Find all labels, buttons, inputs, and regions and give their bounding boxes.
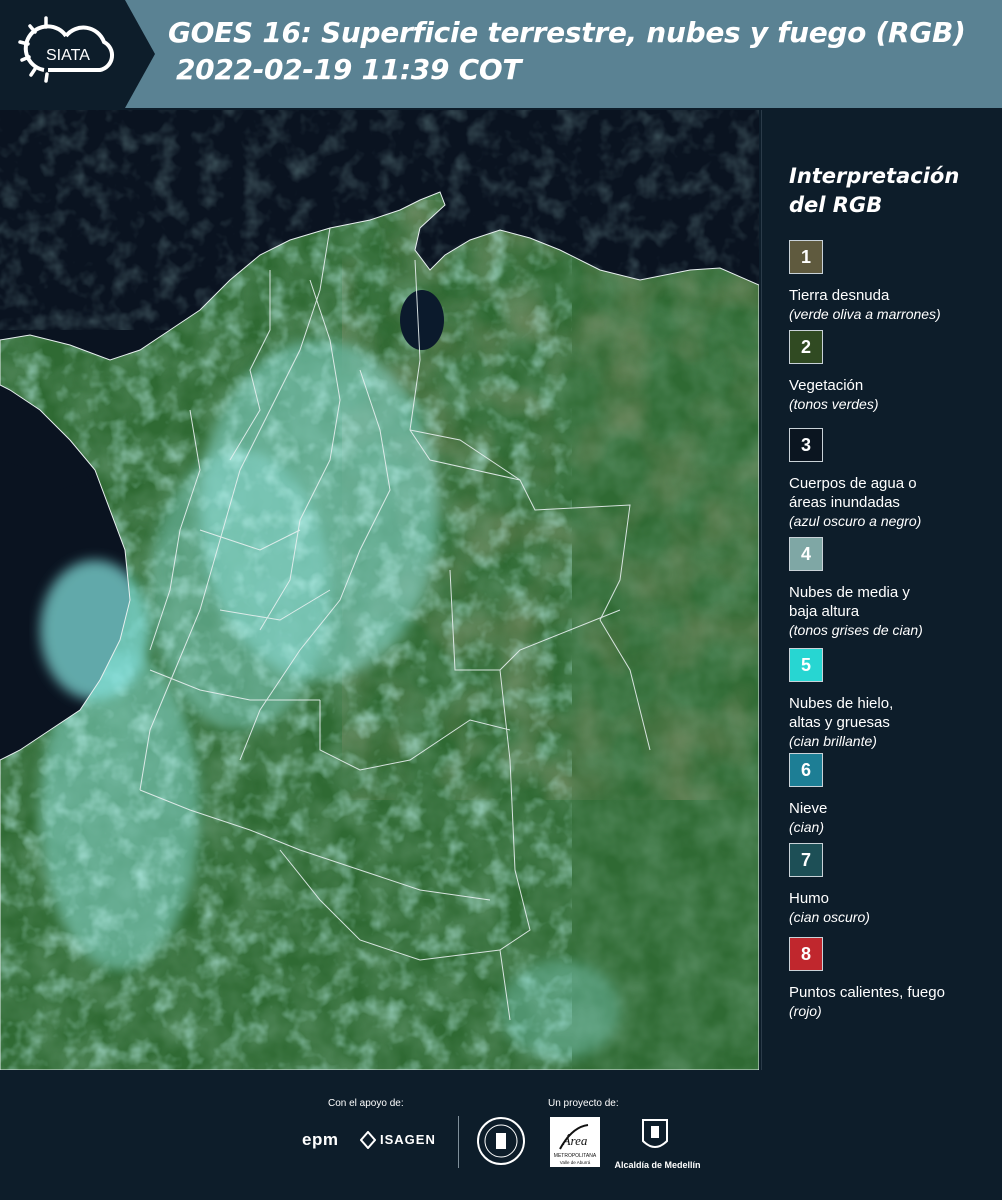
area-metropolitana-logo: Área METROPOLITANA Valle de Aburrá <box>550 1117 600 1167</box>
alcaldia-shield-icon <box>640 1117 670 1155</box>
legend-label: Nubes de hielo, altas y gruesas <box>789 694 999 732</box>
legend-label-line: altas y gruesas <box>789 714 890 731</box>
legend-item: 5 Nubes de hielo, altas y gruesas (cian bri… <box>789 648 999 751</box>
svg-text:Área: Área <box>562 1133 588 1148</box>
legend-description: (azul oscuro a negro) <box>789 513 922 529</box>
legend-description: (cian) <box>789 819 825 835</box>
university-seal-icon <box>477 1117 525 1165</box>
epm-logo: epm <box>302 1130 339 1149</box>
legend-item: 1 Tierra desnuda (verde oliva a marrones) <box>789 240 999 324</box>
title-timestamp: 2022-02-19 11:39 COT <box>176 53 522 86</box>
legend-label: Puntos calientes, fuego <box>789 983 999 1002</box>
legend-swatch: 2 <box>789 330 823 364</box>
header-bar: SIATA GOES 16: Superficie terrestre, nub… <box>0 0 1002 108</box>
isagen-mark-icon <box>360 1131 376 1149</box>
legend-title-line-1: Interpretación <box>789 164 960 188</box>
legend-label-line: Nieve <box>789 800 828 817</box>
legend-label-line: Nubes de media y <box>789 584 910 601</box>
legend-label-line: baja altura <box>789 603 860 620</box>
footer: Con el apoyo de: Un proyecto de: epm ISA… <box>0 1070 1002 1200</box>
legend-swatch: 4 <box>789 537 823 571</box>
legend-item: 4 Nubes de media y baja altura (tonos grise… <box>789 537 999 640</box>
legend-label: Nieve <box>789 799 999 818</box>
legend-description: (tonos grises de cian) <box>789 622 923 638</box>
legend-item: 8 Puntos calientes, fuego (rojo) <box>789 937 999 1021</box>
legend-item: 7 Humo (cian oscuro) <box>789 843 999 927</box>
svg-text:SIATA: SIATA <box>46 47 90 64</box>
alcaldia-label: Alcaldía de Medellín <box>614 1160 701 1170</box>
legend-label-line: Tierra desnuda <box>789 287 890 304</box>
legend-swatch: 7 <box>789 843 823 877</box>
legend-item: 6 Nieve (cian) <box>789 753 999 837</box>
footer-divider <box>458 1116 459 1168</box>
satellite-map-image <box>0 110 759 1070</box>
legend-description: (tonos verdes) <box>789 396 879 412</box>
legend-description: (rojo) <box>789 1003 822 1019</box>
legend-label: Vegetación <box>789 376 999 395</box>
legend-label-line: Nubes de hielo, <box>789 695 894 712</box>
support-label: Con el apoyo de: <box>328 1098 404 1109</box>
title-line-1: GOES 16: Superficie terrestre, nubes y f… <box>168 16 966 49</box>
svg-text:METROPOLITANA: METROPOLITANA <box>554 1153 597 1159</box>
legend-panel: Interpretación del RGB 1 Tierra desnuda (v… <box>761 110 1002 1070</box>
satellite-map <box>0 110 759 1070</box>
legend-item: 3 Cuerpos de agua o áreas inundadas (azul o… <box>789 428 999 531</box>
legend-item: 2 Vegetación (tonos verdes) <box>789 330 999 414</box>
legend-swatch: 5 <box>789 648 823 682</box>
page-title: GOES 16: Superficie terrestre, nubes y f… <box>168 14 992 88</box>
legend-label: Nubes de media y baja altura <box>789 583 999 621</box>
legend-title: Interpretación del RGB <box>789 162 959 220</box>
legend-title-line-2: del RGB <box>789 193 883 217</box>
legend-label-line: Cuerpos de agua o <box>789 475 917 492</box>
svg-text:Valle de Aburrá: Valle de Aburrá <box>560 1160 591 1165</box>
legend-label-line: Humo <box>789 890 830 907</box>
legend-label: Cuerpos de agua o áreas inundadas <box>789 474 999 512</box>
project-label: Un proyecto de: <box>548 1098 619 1109</box>
legend-swatch: 6 <box>789 753 823 787</box>
legend-label: Humo <box>789 889 999 908</box>
legend-swatch: 8 <box>789 937 823 971</box>
isagen-logo: ISAGEN <box>380 1132 436 1147</box>
legend-description: (cian brillante) <box>789 733 877 749</box>
legend-swatch: 1 <box>789 240 823 274</box>
legend-label-line: Vegetación <box>789 377 864 394</box>
legend-description: (verde oliva a marrones) <box>789 306 941 322</box>
legend-label: Tierra desnuda <box>789 286 999 305</box>
siata-logo: SIATA <box>0 0 155 108</box>
legend-label-line: Puntos calientes, fuego <box>789 984 945 1001</box>
legend-swatch: 3 <box>789 428 823 462</box>
legend-description: (cian oscuro) <box>789 909 870 925</box>
legend-label-line: áreas inundadas <box>789 494 900 511</box>
